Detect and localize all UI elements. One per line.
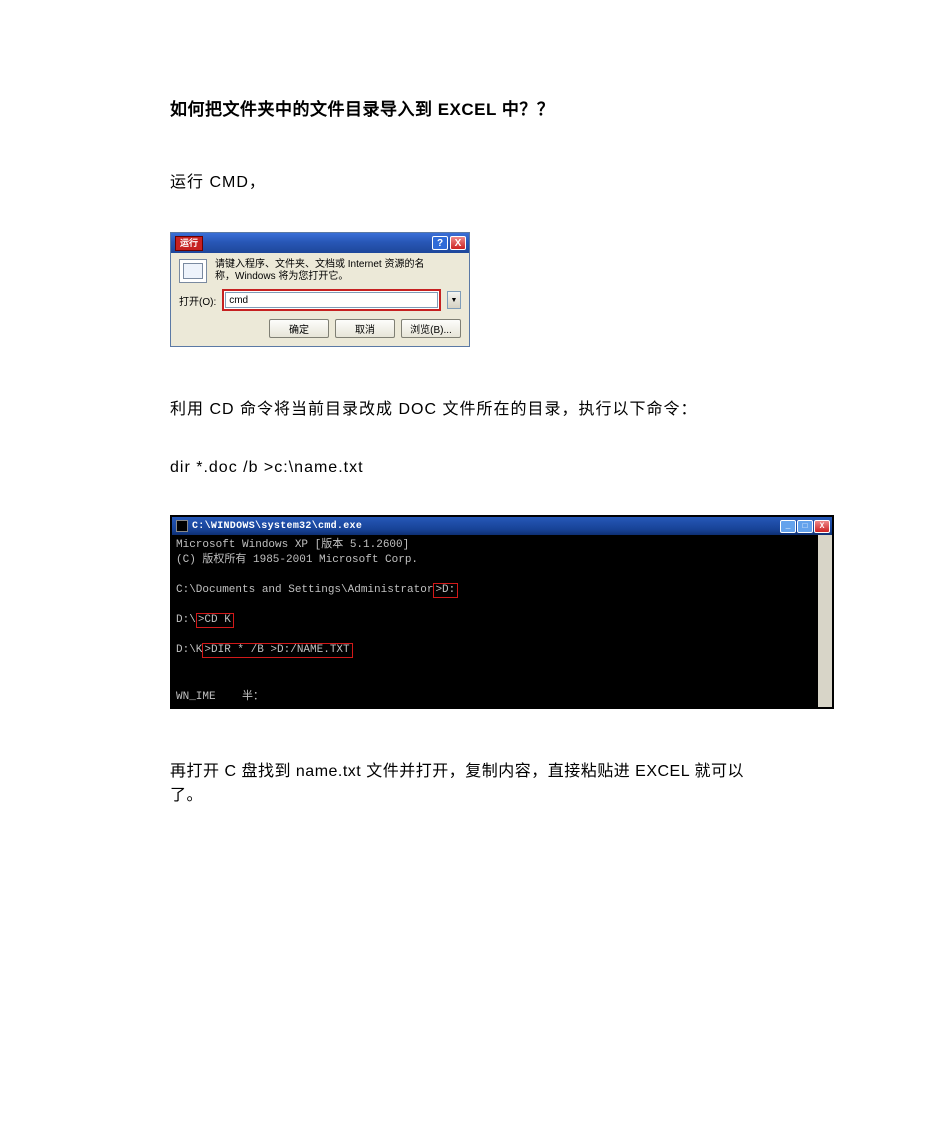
ok-button[interactable]: 确定 [269,319,329,338]
cmd-highlight-2: >CD K [196,613,234,628]
cmd-status: WN_IME 半： [176,690,264,705]
code-command: dir *.doc /b >c:\name.txt [170,459,775,477]
dropdown-button[interactable]: ▼ [447,291,461,309]
cmd-highlight-3: >DIR * /B >D:/NAME.TXT [202,643,352,658]
browse-button[interactable]: 浏览(B)... [401,319,461,338]
page-title: 如何把文件夹中的文件目录导入到 EXCEL 中？？ [170,95,775,120]
maximize-button[interactable]: □ [797,520,813,533]
cancel-button[interactable]: 取消 [335,319,395,338]
run-icon [179,259,207,283]
cmd-titlebar: C:\WINDOWS\system32\cmd.exe _ □ X [172,517,832,535]
open-label: 打开(O): [179,293,216,308]
paragraph-cd: 利用 CD 命令将当前目录改成 DOC 文件所在的目录，执行以下命令： [170,395,775,419]
run-dialog-title: 运行 [175,236,203,251]
paragraph-run-cmd: 运行 CMD， [170,168,775,192]
help-button[interactable]: ? [432,236,448,250]
run-description: 请键入程序、文件夹、文档或 Internet 资源的名 称，Windows 将为… [215,259,424,283]
cmd-output: Microsoft Windows XP [版本 5.1.2600] (C) 版… [172,535,832,707]
cmd-title: C:\WINDOWS\system32\cmd.exe [192,521,362,532]
close-button[interactable]: X [450,236,466,250]
cmd-window: C:\WINDOWS\system32\cmd.exe _ □ X Micros… [170,515,834,709]
close-button[interactable]: X [814,520,830,533]
run-dialog-titlebar: 运行 ? X [171,233,469,253]
cmd-icon [176,520,188,532]
paragraph-final: 再打开 C 盘找到 name.txt 文件并打开，复制内容，直接粘贴进 EXCE… [170,757,775,805]
cmd-highlight-1: >D: [433,583,458,598]
run-dialog: 运行 ? X 请键入程序、文件夹、文档或 Internet 资源的名 称，Win… [170,232,470,347]
run-input[interactable] [225,292,438,308]
minimize-button[interactable]: _ [780,520,796,533]
